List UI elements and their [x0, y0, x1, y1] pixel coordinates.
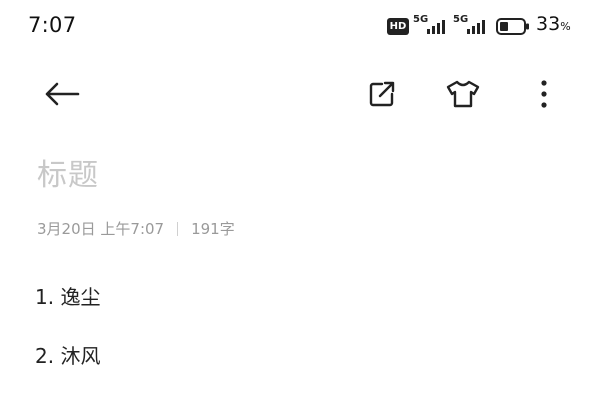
theme-button[interactable]: [441, 72, 485, 116]
status-bar: 7:07 HD 5G 5G 33%: [0, 0, 600, 52]
more-vertical-icon: [541, 80, 547, 108]
arrow-left-icon: [45, 82, 80, 106]
note-date: 3月20日 上午7:07: [37, 220, 165, 238]
more-options-button[interactable]: [522, 72, 566, 116]
note-title-input[interactable]: 标题: [37, 150, 99, 194]
note-toolbar: [0, 60, 600, 124]
hd-voice-icon: HD: [387, 18, 409, 35]
note-meta: 3月20日 上午7:07 191字: [37, 218, 235, 239]
share-button[interactable]: [360, 72, 404, 116]
battery-percentage: 33%: [536, 13, 571, 35]
share-external-icon: [369, 81, 395, 107]
note-body-line[interactable]: 1. 逸尘: [35, 281, 100, 310]
tshirt-icon: [446, 80, 480, 108]
back-button[interactable]: [40, 72, 84, 116]
meta-divider: [177, 221, 179, 236]
battery-icon: [496, 18, 529, 35]
note-body-line[interactable]: 2. 沐风: [35, 340, 100, 369]
note-char-count: 191字: [191, 220, 235, 238]
status-time: 7:07: [28, 13, 77, 37]
